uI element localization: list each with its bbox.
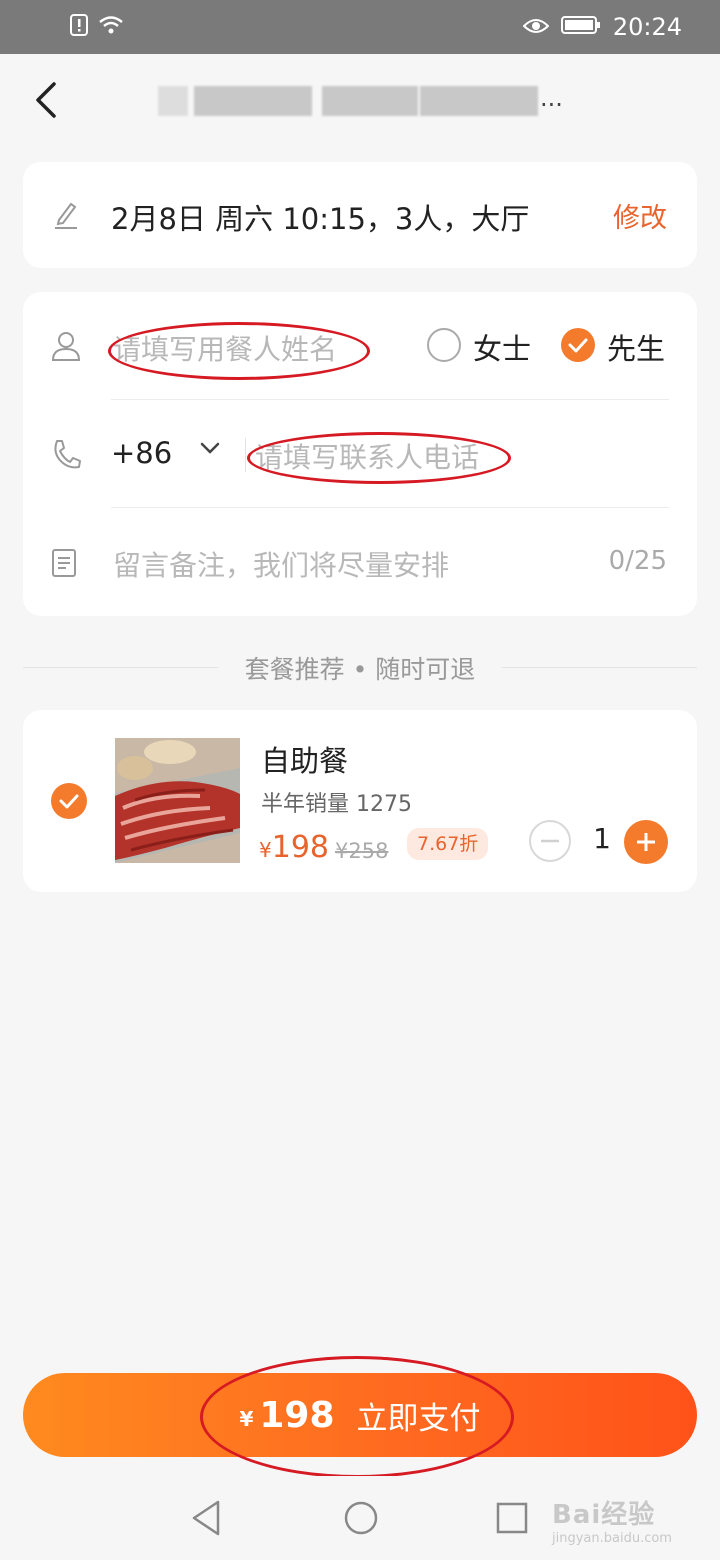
package-image — [115, 738, 240, 863]
blur-block — [420, 86, 538, 116]
check-icon — [59, 794, 79, 809]
chevron-down-icon[interactable] — [199, 440, 221, 459]
quantity-value: 1 — [593, 822, 611, 855]
minus-icon — [541, 839, 559, 843]
radio-ms-label[interactable]: 女士 — [473, 326, 531, 368]
wifi-icon — [98, 14, 124, 40]
booking-summary: 2月8日 周六 10:15，3人，大厅 — [111, 202, 530, 236]
annotation-ellipse — [200, 1356, 514, 1478]
radio-mr-label[interactable]: 先生 — [607, 326, 665, 368]
food-image-icon — [115, 738, 240, 863]
check-icon — [568, 338, 588, 353]
status-time: 20:24 — [612, 13, 682, 41]
blur-block — [194, 86, 312, 116]
radio-ms[interactable] — [427, 328, 461, 362]
note-counter: 0/25 — [608, 546, 667, 576]
note-row: 留言备注，我们将尽量安排 0/25 — [23, 508, 697, 616]
country-code-select[interactable]: +86 — [111, 436, 172, 470]
back-triangle-icon[interactable] — [188, 1498, 224, 1542]
blur-block — [158, 86, 188, 116]
divider — [245, 438, 246, 472]
modify-link[interactable]: 修改 — [613, 196, 667, 235]
home-circle-icon[interactable] — [342, 1498, 380, 1542]
annotation-ellipse — [108, 322, 370, 380]
plus-icon — [637, 833, 655, 851]
package-card[interactable]: 自助餐 半年销量 1275 ¥198 ¥258 7.67折 1 — [23, 710, 697, 892]
alert-icon — [70, 14, 88, 40]
package-price: ¥198 — [259, 830, 329, 865]
note-icon — [51, 548, 77, 582]
radio-mr[interactable] — [561, 328, 595, 362]
phone-icon — [51, 438, 81, 474]
battery-icon — [560, 13, 601, 41]
page-title-blurred: ... — [158, 78, 563, 124]
divider-line — [502, 667, 697, 668]
quantity-decrease-button[interactable] — [529, 820, 571, 862]
package-sales: 半年销量 1275 — [261, 792, 412, 817]
nav-bar: ... — [0, 54, 720, 150]
package-select-checkbox[interactable] — [51, 783, 87, 819]
back-button[interactable] — [28, 78, 68, 122]
person-icon — [51, 330, 81, 366]
booking-summary-card: 2月8日 周六 10:15，3人，大厅 修改 — [23, 162, 697, 268]
eye-icon — [522, 13, 550, 41]
quantity-increase-button[interactable] — [624, 820, 668, 864]
blur-block — [322, 86, 418, 116]
title-ellipsis: ... — [540, 84, 563, 112]
package-original-price: ¥258 — [335, 839, 389, 863]
edit-icon — [53, 200, 79, 234]
package-name: 自助餐 — [261, 744, 349, 778]
status-bar: 20:24 — [0, 0, 720, 54]
section-label: 套餐推荐 • 随时可退 — [244, 655, 476, 684]
note-input[interactable]: 留言备注，我们将尽量安排 — [113, 544, 449, 584]
back-arrow-icon — [36, 82, 56, 118]
discount-badge: 7.67折 — [407, 828, 489, 860]
recents-square-icon[interactable] — [494, 1498, 530, 1542]
annotation-ellipse — [247, 432, 511, 484]
baidu-jingyan-watermark: Bai经验 jingyan.baidu.com — [552, 1500, 672, 1546]
section-divider: 套餐推荐 • 随时可退 — [23, 650, 697, 684]
